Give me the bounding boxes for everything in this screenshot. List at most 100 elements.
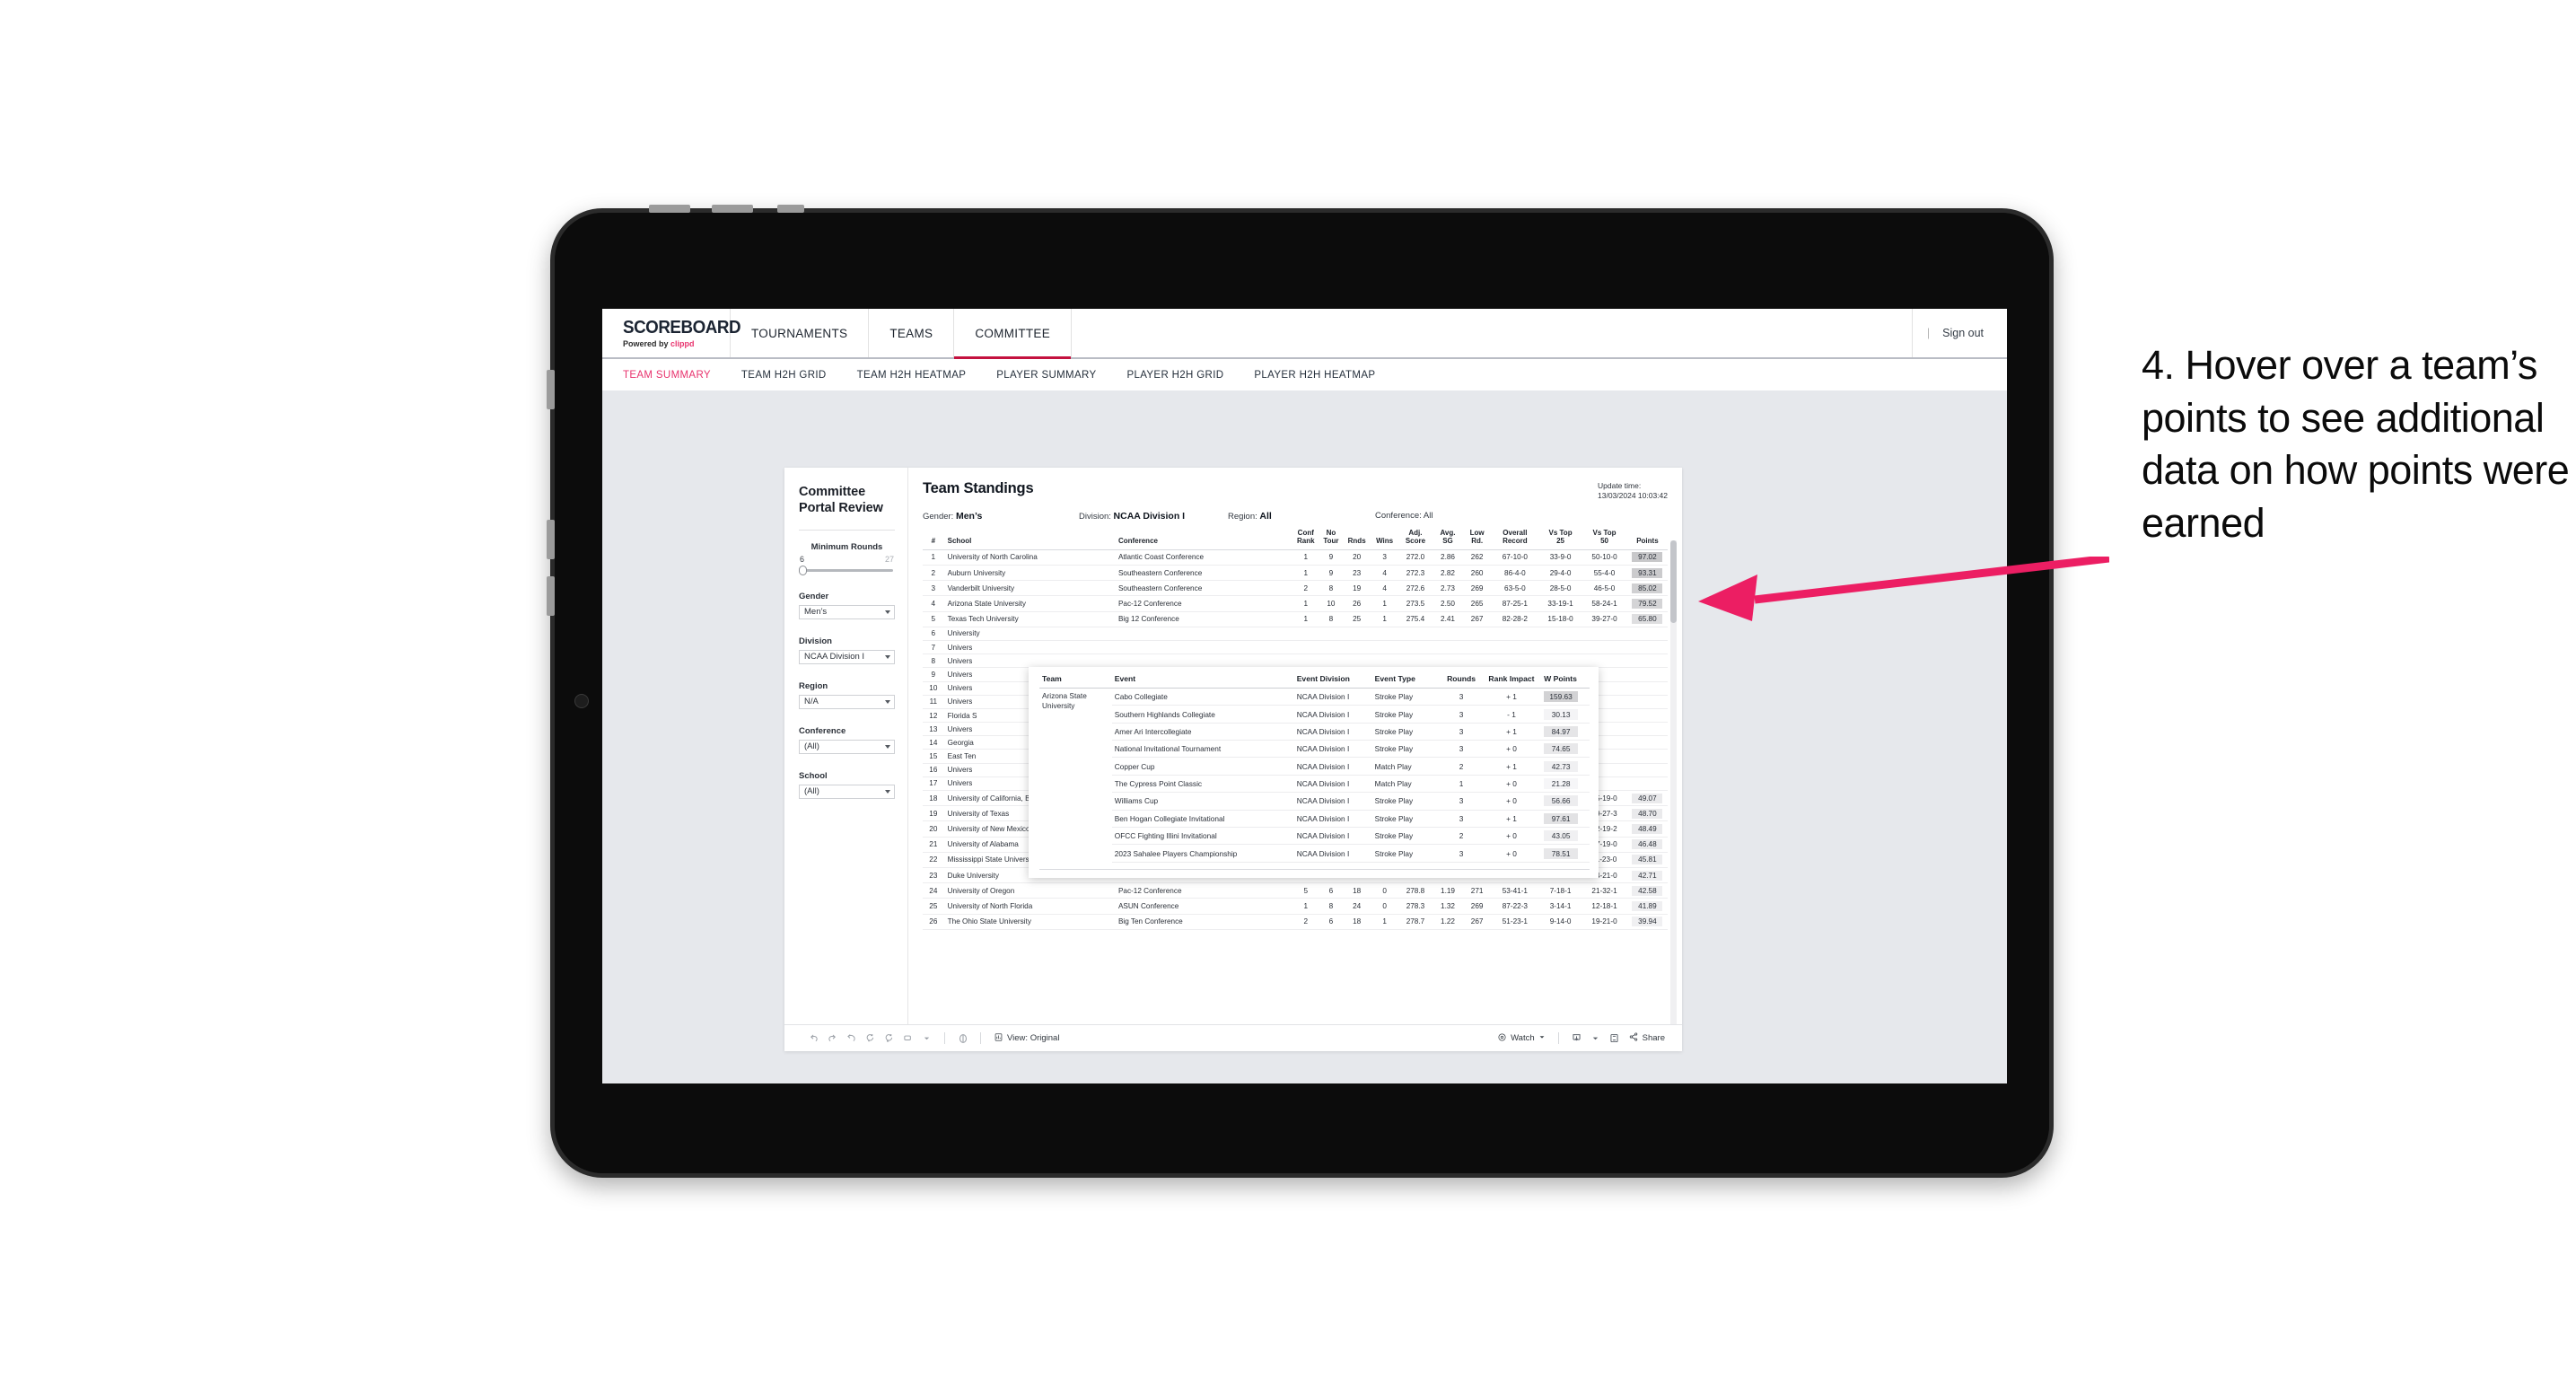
region-value: N/A [804, 697, 819, 707]
table-row[interactable]: 8 Univers [923, 654, 1668, 669]
minimum-rounds-min: 6 [800, 554, 805, 564]
standings-col-overall-record[interactable]: Overall Record [1490, 529, 1539, 550]
redo-icon[interactable] [823, 1030, 842, 1047]
region-select[interactable]: N/A [799, 694, 895, 709]
gender-label: Gender [799, 591, 829, 601]
cell-points[interactable] [1626, 695, 1668, 709]
tooltip-cell-event: OFCC Fighting Illini Invitational [1111, 827, 1294, 846]
cell-points[interactable]: 49.07 [1626, 790, 1668, 807]
gender-select[interactable]: Men’s [799, 604, 895, 619]
subnav-tab-player-h2h-heatmap[interactable]: PLAYER H2H HEATMAP [1254, 370, 1375, 381]
view-original-button[interactable]: View: Original [989, 1032, 1064, 1045]
standings-col-wins[interactable]: Wins [1370, 529, 1399, 550]
cell-points[interactable] [1626, 763, 1668, 777]
standings-col-school[interactable]: School [943, 529, 1115, 550]
standings-col-vs-top-50[interactable]: Vs Top 50 [1582, 529, 1627, 550]
cell-rnds: 18 [1343, 914, 1371, 930]
download-icon[interactable] [1567, 1030, 1586, 1047]
revert-icon[interactable] [842, 1030, 861, 1047]
slider-knob[interactable] [799, 565, 807, 575]
standings-col-vs-top-25[interactable]: Vs Top 25 [1538, 529, 1582, 550]
device-layout-icon[interactable] [898, 1030, 917, 1047]
cell-overall: 82-28-2 [1490, 611, 1539, 627]
table-row[interactable]: 1 University of North Carolina Atlantic Co… [923, 549, 1668, 566]
standings-col-points[interactable]: Points [1626, 529, 1668, 550]
cell-points[interactable]: 97.02 [1626, 549, 1668, 566]
brand-logo[interactable]: SCOREBOARD Powered by clippd [602, 309, 741, 357]
subnav-tab-player-h2h-grid[interactable]: PLAYER H2H GRID [1126, 370, 1223, 381]
table-row[interactable]: 6 University [923, 627, 1668, 641]
cell-points[interactable] [1626, 749, 1668, 764]
cell-points[interactable] [1626, 681, 1668, 696]
standings-col-rnds[interactable]: Rnds [1343, 529, 1371, 550]
cell-points[interactable] [1626, 722, 1668, 737]
cell-points[interactable] [1626, 735, 1668, 750]
table-row[interactable]: 7 Univers [923, 640, 1668, 655]
school-label: School [799, 770, 828, 781]
fullscreen-icon[interactable] [1605, 1030, 1624, 1047]
standings-col-avg-sg[interactable]: Avg. SG [1432, 529, 1464, 550]
share-button[interactable]: Share [1624, 1031, 1669, 1045]
table-row[interactable]: 2 Auburn University Southeastern Conferenc… [923, 565, 1668, 582]
school-select[interactable]: (All) [799, 784, 895, 799]
cell-points[interactable] [1626, 640, 1668, 655]
table-row[interactable]: 26 The Ohio State University Big Ten Confe… [923, 914, 1668, 930]
cell-points[interactable]: 65.80 [1626, 611, 1668, 627]
tooltip-cell-division: NCAA Division I [1293, 792, 1372, 811]
tooltip-row: 2023 Sahalee Players Championship NCAA Di… [1039, 844, 1590, 863]
cell-points[interactable] [1626, 667, 1668, 682]
table-row[interactable]: 4 Arizona State University Pac-12 Conferen… [923, 595, 1668, 612]
cell-points[interactable]: 41.89 [1626, 898, 1668, 915]
table-row[interactable]: 25 University of North Florida ASUN Confer… [923, 898, 1668, 915]
refresh-icon[interactable] [861, 1030, 880, 1047]
table-row[interactable]: 24 University of Oregon Pac-12 Conference 5… [923, 882, 1668, 899]
cell-points[interactable] [1626, 627, 1668, 641]
cell-points[interactable]: 85.02 [1626, 580, 1668, 597]
subnav-tab-team-h2h-grid[interactable]: TEAM H2H GRID [741, 370, 827, 381]
pause-icon[interactable] [880, 1030, 898, 1047]
standings-col-no-tour[interactable]: No Tour [1319, 529, 1344, 550]
sign-out-link[interactable]: Sign out [1942, 327, 1984, 339]
standings-col-[interactable]: # [923, 529, 944, 550]
table-row[interactable]: 3 Vanderbilt University Southeastern Confe… [923, 580, 1668, 597]
cell-points[interactable]: 46.48 [1626, 837, 1668, 853]
subnav-tab-player-summary[interactable]: PLAYER SUMMARY [996, 370, 1096, 381]
standings-col-conference[interactable]: Conference [1114, 529, 1293, 550]
nav-tab-tournaments[interactable]: TOURNAMENTS [731, 309, 870, 357]
watch-button[interactable]: Watch [1493, 1032, 1550, 1045]
filters-divider [799, 529, 895, 531]
cell-vs50: 21-32-1 [1582, 882, 1627, 899]
cell-points[interactable]: 42.58 [1626, 882, 1668, 899]
subnav-tab-team-summary[interactable]: TEAM SUMMARY [623, 370, 711, 381]
cell-points[interactable]: 45.81 [1626, 852, 1668, 868]
table-scrollbar[interactable] [1670, 539, 1677, 1024]
cell-points[interactable]: 48.70 [1626, 805, 1668, 822]
tooltip-cell-type: Stroke Play [1371, 688, 1441, 706]
w-points-value: 97.61 [1544, 812, 1579, 824]
conference-select[interactable]: (All) [799, 739, 895, 754]
undo-icon[interactable] [804, 1030, 823, 1047]
minimum-rounds-slider[interactable] [799, 565, 895, 575]
pause-playback-icon[interactable] [953, 1030, 972, 1047]
table-scroll-thumb[interactable] [1670, 539, 1677, 623]
device-layout-caret-icon[interactable] [917, 1030, 936, 1047]
cell-points[interactable]: 39.94 [1626, 914, 1668, 930]
cell-points[interactable]: 48.49 [1626, 820, 1668, 838]
table-row[interactable]: 5 Texas Tech University Big 12 Conference 1… [923, 611, 1668, 627]
division-select[interactable]: NCAA Division I [799, 649, 895, 664]
cell-points[interactable] [1626, 776, 1668, 792]
nav-tab-committee[interactable]: COMMITTEE [954, 309, 1073, 359]
cell-points[interactable] [1626, 654, 1668, 669]
standings-col-conf-rank[interactable]: Conf Rank [1292, 529, 1319, 550]
standings-col-adj-score[interactable]: Adj. Score [1398, 529, 1433, 550]
standings-col-low-rd[interactable]: Low Rd. [1463, 529, 1491, 550]
cell-points[interactable]: 93.31 [1626, 565, 1668, 582]
cell-points[interactable]: 79.52 [1626, 595, 1668, 612]
tooltip-cell-w-points: 21.28 [1541, 775, 1590, 794]
download-caret-icon[interactable] [1586, 1030, 1605, 1047]
subnav-tab-team-h2h-heatmap[interactable]: TEAM H2H HEATMAP [857, 370, 967, 381]
cell-points[interactable] [1626, 708, 1668, 724]
cell-points[interactable]: 42.71 [1626, 867, 1668, 884]
tooltip-row: Amer Ari Intercollegiate NCAA Division IS… [1039, 723, 1590, 741]
nav-tab-teams[interactable]: TEAMS [869, 309, 955, 357]
